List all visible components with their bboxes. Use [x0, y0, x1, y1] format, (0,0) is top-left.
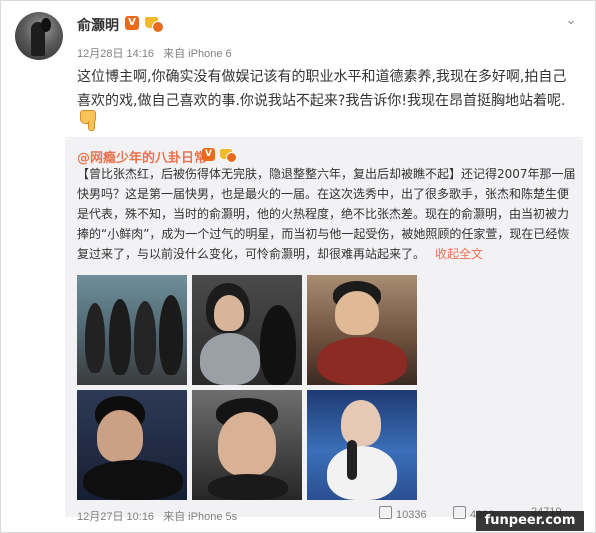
- author-avatar[interactable]: [15, 12, 63, 60]
- photo-thumbnail[interactable]: [192, 390, 302, 500]
- repost-member-level-icon: [218, 146, 237, 163]
- post-meta: 12月28日 14:16 来自 iPhone 6: [77, 45, 232, 61]
- repost-timestamp[interactable]: 12月27日 10:16: [77, 511, 154, 523]
- photo-thumbnail[interactable]: [77, 390, 187, 500]
- collapse-text-link[interactable]: 收起全文: [435, 247, 483, 261]
- post-source: 来自 iPhone 6: [163, 48, 232, 60]
- photo-thumbnail[interactable]: [307, 390, 417, 500]
- person-shape: [83, 460, 183, 500]
- face-shape: [97, 410, 143, 462]
- face-shape: [335, 291, 379, 335]
- repost-count-button[interactable]: 10336: [379, 506, 427, 521]
- photo-thumbnail[interactable]: [192, 275, 302, 385]
- person-shape: [208, 474, 288, 500]
- repost-text: 【曾比张杰红，后被伤得体无完肤，隐退整整六年，复出后却被瞧不起】还记得2007年…: [77, 164, 577, 264]
- level-dot: [152, 21, 164, 33]
- thumb-finger: [88, 121, 95, 131]
- person-shape: [260, 305, 296, 385]
- face-shape: [214, 295, 244, 331]
- repost-body: 【曾比张杰红，后被伤得体无完肤，隐退整整六年，复出后却被瞧不起】还记得2007年…: [77, 167, 576, 261]
- post-timestamp[interactable]: 12月28日 14:16: [77, 48, 154, 60]
- level-dot: [226, 152, 237, 163]
- photo-thumbnail[interactable]: [77, 275, 187, 385]
- person-shape: [317, 337, 407, 385]
- post-text: 这位博主啊,你确实没有做娱记该有的职业水平和道德素养,我现在多好啊,拍自己喜欢的…: [77, 69, 567, 109]
- chevron-down-icon[interactable]: ⌄: [561, 13, 581, 29]
- person-shape: [327, 446, 397, 500]
- photo-thumbnail[interactable]: [307, 275, 417, 385]
- microphone-shape: [347, 440, 357, 480]
- person-shape: [200, 333, 260, 385]
- person-shape: [159, 295, 183, 375]
- weibo-post-card: 俞灏明 V ⌄ 12月28日 14:16 来自 iPhone 6 这位博主啊,你…: [0, 0, 596, 533]
- verified-icon: V: [125, 16, 139, 30]
- person-shape: [134, 301, 156, 375]
- repost-meta: 12月27日 10:16 来自 iPhone 5s: [77, 508, 237, 524]
- comment-icon: [453, 506, 466, 519]
- author-name[interactable]: 俞灏明: [77, 15, 119, 35]
- person-shape: [109, 299, 131, 375]
- reposted-content: @网瘾少年的八卦日常 V 【曾比张杰红，后被伤得体无完肤，隐退整整六年，复出后却…: [65, 137, 583, 517]
- face-shape: [341, 400, 381, 446]
- repost-verified-icon: V: [202, 148, 215, 161]
- face-shape: [218, 412, 276, 476]
- repost-icon: [379, 506, 392, 519]
- person-shape: [85, 303, 105, 373]
- member-level-icon: [143, 14, 164, 33]
- avatar-head: [41, 18, 51, 32]
- repost-count: 10336: [396, 509, 427, 521]
- site-watermark: funpeer.com: [476, 511, 584, 531]
- repost-source: 来自 iPhone 5s: [163, 511, 238, 523]
- thumbs-down-emoji-icon: [77, 109, 99, 131]
